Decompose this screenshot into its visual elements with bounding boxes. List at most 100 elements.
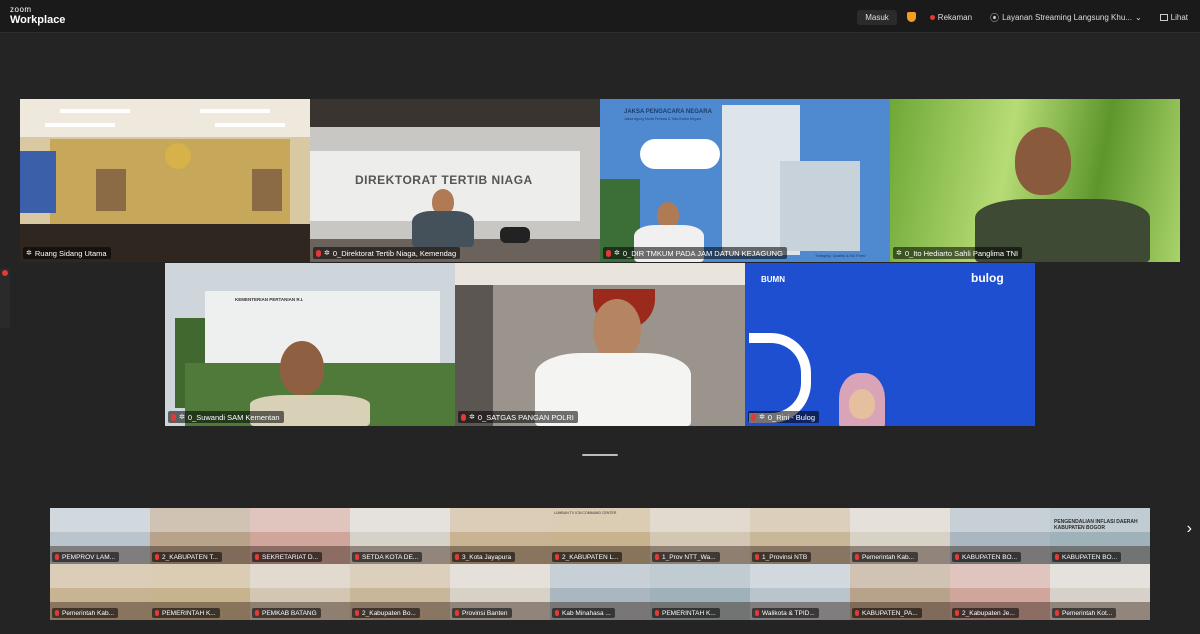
room-wall: [250, 508, 350, 532]
record-indicator[interactable]: Rekaman: [926, 11, 976, 24]
thumbnail-tile[interactable]: 2_KABUPATEN L... LUMBUN TV ICM COMMAND CE…: [550, 508, 650, 564]
door: [455, 285, 493, 426]
room-wall: [550, 564, 650, 588]
mic-muted-icon: [855, 610, 859, 616]
mic-muted-icon: [171, 413, 176, 421]
participant-label: PEMERINTAH K...: [152, 608, 220, 618]
mic-muted-icon: [855, 554, 859, 560]
room-wall: [350, 564, 450, 588]
mic-muted-icon: [955, 610, 959, 616]
signin-button[interactable]: Masuk: [857, 9, 897, 25]
thumbnail-tile[interactable]: SETDA KOTA DE...: [350, 508, 450, 564]
thumbnail-tile[interactable]: Kab Minahasa ...: [550, 564, 650, 620]
thumbnail-tile[interactable]: Pemerintah Kab...: [50, 564, 150, 620]
pin-icon: ✲: [26, 250, 32, 257]
gallery-resize-handle[interactable]: [582, 454, 618, 456]
jpn-title: JAKSA PENGACARA NEGARA: [624, 109, 712, 115]
top-bar: zoom Workplace Masuk Rekaman ⦿ Layanan S…: [0, 0, 1200, 33]
grid-icon: [1159, 13, 1168, 21]
video-tile-panglima-tni[interactable]: ✲ 0_Ito Hediarto Sahli Panglima TNI: [890, 99, 1180, 262]
participant-label: 1_Provinsi NTB: [752, 552, 812, 562]
shield-icon[interactable]: [906, 12, 916, 22]
chevron-right-icon[interactable]: ›: [1187, 520, 1192, 538]
jpn-subtitle: Jaksa Agung Muda Perdata & Tata Usaha Ne…: [624, 117, 702, 121]
participant-label: KABUPATEN BO...: [1052, 552, 1122, 562]
pin-icon: ✲: [896, 250, 902, 257]
video-tile-kejagung[interactable]: JAKSA PENGACARA NEGARA Jaksa Agung Muda …: [600, 99, 890, 262]
thumbnail-tile[interactable]: PEMERINTAH K...: [650, 564, 750, 620]
participant-label: KABUPATEN BO...: [952, 552, 1022, 562]
room-wall: [350, 508, 450, 532]
screen: [20, 151, 56, 213]
participant-label: 2_KABUPATEN L...: [552, 552, 623, 562]
logo-zoom: zoom: [10, 5, 32, 14]
building-sign: KEMENTERIAN PERTANIAN R.I.: [235, 297, 304, 302]
participant-label: 2_Kabupaten Bo...: [352, 608, 420, 618]
record-dot-icon: [2, 270, 8, 276]
ceiling: [455, 263, 745, 285]
view-button[interactable]: Lihat: [1156, 11, 1192, 24]
participant-label: Provinsi Banten: [452, 608, 512, 618]
thumbnail-tile[interactable]: PEMPROV LAM...: [50, 508, 150, 564]
screenrec-tab[interactable]: screenrec: [0, 268, 10, 328]
thumbnail-tile[interactable]: PEMERINTAH K...: [150, 564, 250, 620]
mic-muted-icon: [1055, 554, 1059, 560]
participant-label: ✲ Ruang Sidang Utama: [23, 247, 111, 259]
room-wall: [150, 508, 250, 532]
thumbnail-tile[interactable]: Pemerintah Kot...: [1050, 564, 1150, 620]
record-icon: [929, 14, 935, 20]
video-tile-bulog[interactable]: BUMN bulog ✲ 0_Rini - Bulog: [745, 263, 1035, 426]
portrait: [252, 169, 282, 211]
thumbnail-tile[interactable]: KABUPATEN BO... PENGENDALIAN INFLASI DAER…: [1050, 508, 1150, 564]
thumbnail-tile[interactable]: 2_KABUPATEN T...: [150, 508, 250, 564]
thumbnail-tile[interactable]: 3_Kota Jayapura: [450, 508, 550, 564]
mic-muted-icon: [655, 610, 659, 616]
mic-muted-icon: [155, 610, 159, 616]
mic-muted-icon: [755, 610, 759, 616]
participant-label: ✲ 0_Ito Hediarto Sahli Panglima TNI: [893, 247, 1023, 259]
thumbnail-tile[interactable]: 2_Kabupaten Bo...: [350, 564, 450, 620]
room-wall: [450, 564, 550, 588]
video-tile-kementan[interactable]: KEMENTERIAN PERTANIAN R.I. ✲ 0_Suwandi S…: [165, 263, 455, 426]
room-wall: [50, 508, 150, 532]
room-wall: [650, 564, 750, 588]
participant-label: ✲ 0_Direktorat Tertib Niaga, Kemendag: [313, 247, 461, 259]
thumbnail-tile[interactable]: Pemerintah Kab...: [850, 508, 950, 564]
thumbnail-tile[interactable]: 2_Kabupaten Je...: [950, 564, 1050, 620]
participant-label: KABUPATEN_PA...: [852, 608, 922, 618]
thumbnail-tile[interactable]: Walikota & TPID...: [750, 564, 850, 620]
video-tile-direktorat[interactable]: DIREKTORAT TERTIB NIAGA ✲ 0_Direktorat T…: [310, 99, 600, 262]
mic-muted-icon: [655, 554, 659, 560]
video-tile-polri[interactable]: ✲ 0_SATGAS PANGAN POLRI: [455, 263, 745, 426]
room-wall: [150, 564, 250, 588]
room-wall: [850, 564, 950, 588]
chevron-down-icon: ⌄: [1134, 12, 1142, 22]
thumbnail-tile[interactable]: PEMKAB BATANG: [250, 564, 350, 620]
speaker-face: [849, 389, 875, 419]
video-tile-ruang-sidang[interactable]: ✲ Ruang Sidang Utama: [20, 99, 310, 262]
thumbnail-tile[interactable]: 1_Provinsi NTB: [750, 508, 850, 564]
ceiling: [20, 99, 310, 137]
thumbnail-tile[interactable]: KABUPATEN_PA...: [850, 564, 950, 620]
pin-icon: ✲: [614, 250, 620, 257]
jpn-tagline: "Integrity, Quality & No Fees": [815, 253, 867, 258]
thumbnail-tile[interactable]: KABUPATEN BO...: [950, 508, 1050, 564]
thumbnail-sign: LUMBUN TV ICM COMMAND CENTER: [554, 511, 617, 515]
streaming-label: Layanan Streaming Langsung Khu...: [1002, 12, 1132, 22]
room-wall: [850, 508, 950, 532]
thumbnail-tile[interactable]: SEKRETARIAT D...: [250, 508, 350, 564]
mic-muted-icon: [755, 554, 759, 560]
room-wall: [1050, 564, 1150, 588]
mic-muted-icon: [155, 554, 159, 560]
streaming-button[interactable]: ⦿ Layanan Streaming Langsung Khu... ⌄: [986, 9, 1146, 26]
mic-muted-icon: [355, 554, 359, 560]
logo-workplace: Workplace: [10, 14, 66, 26]
mic-muted-icon: [455, 554, 459, 560]
mic-muted-icon: [606, 249, 611, 257]
mic-muted-icon: [1055, 610, 1059, 616]
pin-icon: ✲: [469, 414, 475, 421]
participant-label: 3_Kota Jayapura: [452, 552, 516, 562]
thumbnail-tile[interactable]: 1_Prov NTT_Wa...: [650, 508, 750, 564]
participant-label: Walikota & TPID...: [752, 608, 819, 618]
thumbnail-tile[interactable]: Provinsi Banten: [450, 564, 550, 620]
